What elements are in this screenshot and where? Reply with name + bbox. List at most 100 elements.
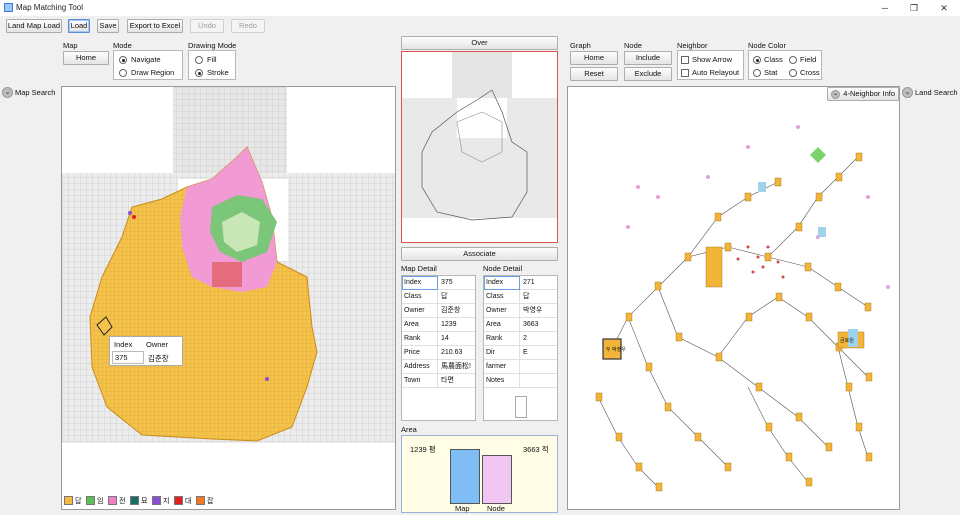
land-map-load-button[interactable]: Land Map Load	[6, 19, 62, 33]
legend-label-misc: 잡	[207, 498, 214, 505]
area-title: Area	[401, 425, 417, 434]
map-detail-key: Class	[402, 290, 438, 304]
stat-radio[interactable]	[753, 69, 761, 77]
include-button[interactable]: Include	[624, 51, 672, 65]
map-detail-title: Map Detail	[401, 264, 437, 273]
drawing-mode-group: Fill Stroke	[188, 50, 236, 80]
undo-button[interactable]: Undo	[190, 19, 224, 33]
map-detail-value: 375	[441, 279, 453, 286]
map-detail-row[interactable]: Class 답	[402, 290, 475, 304]
area-chart: 1239 평 3663 적 Map Node	[401, 435, 558, 513]
neighbor-group: Show Arrow Auto Relayout	[677, 50, 744, 80]
map-detail-row[interactable]: Index 375	[402, 276, 475, 290]
overview-map[interactable]	[402, 52, 557, 242]
cadastral-map[interactable]	[62, 87, 396, 510]
map-detail-key: Index	[402, 276, 438, 290]
map-search-toggle-icon[interactable]: ⌄	[2, 87, 13, 98]
node-detail-row[interactable]: Class 답	[484, 290, 557, 304]
node-detail-row[interactable]: Dir E	[484, 346, 557, 360]
land-graph[interactable]	[568, 87, 900, 510]
map-detail-key: Owner	[402, 304, 438, 318]
map-detail-row[interactable]: Address 馬農面松!	[402, 360, 475, 374]
minimize-icon[interactable]: ─	[878, 1, 892, 15]
save-button[interactable]: Save	[97, 19, 119, 33]
graph-home-button[interactable]: Home	[570, 51, 618, 65]
map-detail-row[interactable]: Town 타면	[402, 374, 475, 388]
legend-label-grave: 묘	[141, 498, 148, 505]
node-detail-key: Class	[484, 290, 520, 304]
node-detail-row[interactable]: Notes	[484, 374, 557, 388]
map-area-bar	[450, 449, 480, 504]
map-area-value: 1239 평	[410, 445, 436, 454]
node-detail-key: Index	[484, 276, 520, 290]
map-legend: 답 임 전 묘 지 대 잡	[64, 495, 216, 507]
map-detail-value: 타면	[441, 377, 454, 384]
node-detail-row[interactable]: Area 3663	[484, 318, 557, 332]
window-title: Map Matching Tool	[16, 3, 83, 12]
load-button[interactable]: Load	[68, 19, 90, 33]
node-color-label: Node Color	[748, 41, 786, 50]
map-detail-row[interactable]: Owner 김준창	[402, 304, 475, 318]
node-color-group: Class Field Stat Cross	[748, 50, 822, 80]
node-detail-row[interactable]: Owner 박영우	[484, 304, 557, 318]
node-detail-row[interactable]: Index 271	[484, 276, 557, 290]
four-neighbor-info-button[interactable]: ⌄ 4-Neighbor Info	[827, 87, 899, 101]
stat-label: Stat	[764, 68, 778, 77]
draw-region-radio[interactable]	[119, 69, 127, 77]
close-icon[interactable]: ✕	[937, 1, 951, 15]
node-label: Node	[624, 41, 642, 50]
node-detail-key: Area	[484, 318, 520, 332]
tooltip-index: 375	[115, 353, 128, 362]
node-detail-row[interactable]: Rank 2	[484, 332, 557, 346]
graph-node-label: 금호원	[840, 338, 854, 344]
title-bar: Map Matching Tool ─ ❐ ✕	[0, 0, 960, 16]
cross-label: Cross	[800, 68, 820, 77]
node-detail-value: 박영우	[523, 307, 543, 314]
map-search-label: Map Search	[15, 88, 56, 97]
map-detail-value: 1239	[441, 321, 457, 328]
map-detail-key: Rank	[402, 332, 438, 346]
node-detail-value	[521, 374, 557, 388]
export-excel-button[interactable]: Export to Excel	[127, 19, 183, 33]
map-detail-key: Address	[402, 360, 438, 374]
node-detail-key: farmer	[484, 360, 520, 374]
class-radio[interactable]	[753, 56, 761, 64]
node-area-value: 3663 적	[523, 445, 549, 454]
fill-radio[interactable]	[195, 56, 203, 64]
map-detail-row[interactable]: Price 210.63	[402, 346, 475, 360]
graph-reset-button[interactable]: Reset	[570, 67, 618, 81]
map-detail-value: 210.63	[441, 349, 463, 356]
map-detail-key: Price	[402, 346, 438, 360]
land-search-label: Land Search	[915, 88, 958, 97]
legend-swatch-grave	[130, 496, 139, 505]
node-area-bar	[482, 455, 512, 504]
parcel-tooltip: Index Owner 375 김준창	[109, 336, 183, 366]
over-button[interactable]: Over	[401, 36, 558, 50]
node-bar-label: Node	[487, 504, 505, 513]
map-panel[interactable]: Index Owner 375 김준창 답 임 전 묘 지 대 잡	[61, 86, 396, 510]
exclude-button[interactable]: Exclude	[624, 67, 672, 81]
show-arrow-checkbox[interactable]	[681, 56, 689, 64]
node-image-thumbnail[interactable]	[515, 396, 527, 418]
overview-panel[interactable]	[401, 51, 558, 243]
map-detail-value: 답	[441, 293, 448, 300]
redo-button[interactable]: Redo	[231, 19, 265, 33]
navigate-radio[interactable]	[119, 56, 127, 64]
maximize-icon[interactable]: ❐	[907, 1, 921, 15]
cross-radio[interactable]	[789, 69, 797, 77]
class-label: Class	[764, 55, 783, 64]
map-detail-row[interactable]: Rank 14	[402, 332, 475, 346]
land-search-toggle-icon[interactable]: ⌄	[902, 87, 913, 98]
node-detail-row[interactable]: farmer	[484, 360, 557, 374]
map-home-button[interactable]: Home	[63, 51, 109, 65]
tooltip-owner: 김준창	[148, 354, 169, 363]
stroke-radio[interactable]	[195, 69, 203, 77]
map-detail-row[interactable]: Area 1239	[402, 318, 475, 332]
legend-swatch-paddy	[64, 496, 73, 505]
graph-node-label: 두 박영우	[606, 347, 626, 353]
auto-relayout-checkbox[interactable]	[681, 69, 689, 77]
field-radio[interactable]	[789, 56, 797, 64]
node-detail-value: E	[523, 349, 528, 356]
associate-button[interactable]: Associate	[401, 247, 558, 261]
graph-panel[interactable]: 두 박영우 금호원	[567, 86, 900, 510]
